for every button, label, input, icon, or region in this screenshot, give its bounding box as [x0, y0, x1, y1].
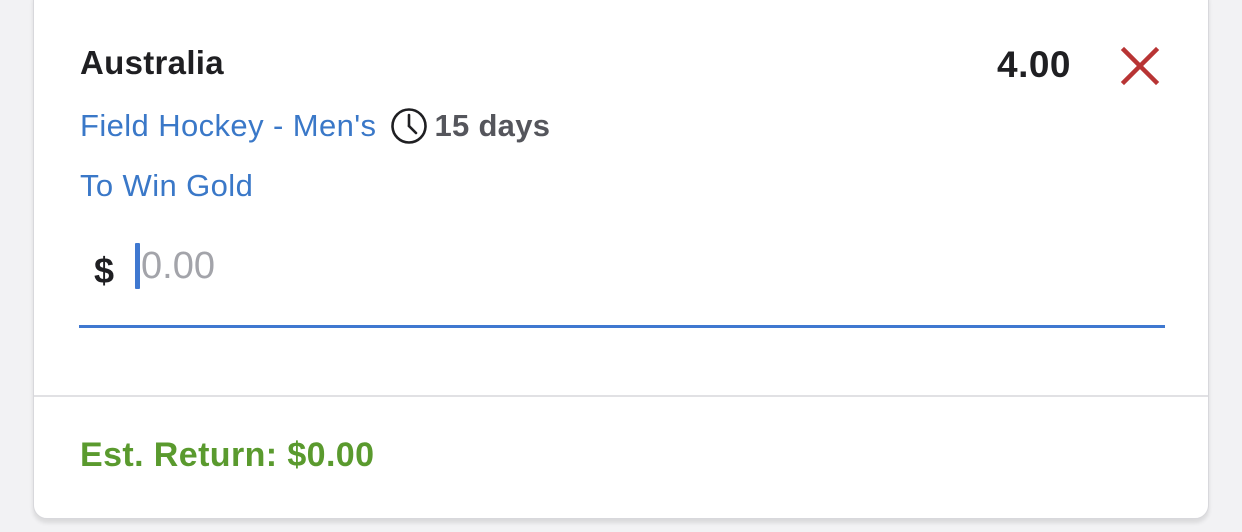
- estimated-return: Est. Return: $0.00: [80, 436, 375, 474]
- currency-symbol: $: [94, 250, 115, 291]
- event-line: Field Hockey - Men's 15 days: [80, 106, 550, 146]
- remove-bet-button[interactable]: [1118, 44, 1162, 88]
- odds-value: 4.00: [997, 44, 1072, 85]
- event-link[interactable]: Field Hockey - Men's: [80, 108, 376, 144]
- divider: [34, 395, 1208, 397]
- clock-icon: [391, 108, 428, 144]
- market-link[interactable]: To Win Gold: [80, 168, 253, 204]
- bet-slip-card: Australia 4.00 Field Hockey - Men's 15 d…: [33, 0, 1209, 519]
- selection-name: Australia: [80, 44, 224, 81]
- close-icon: [1120, 46, 1160, 86]
- stake-input[interactable]: [141, 240, 1041, 292]
- text-caret: [135, 243, 140, 289]
- time-remaining: 15 days: [434, 108, 551, 143]
- stake-field[interactable]: $: [79, 236, 1165, 328]
